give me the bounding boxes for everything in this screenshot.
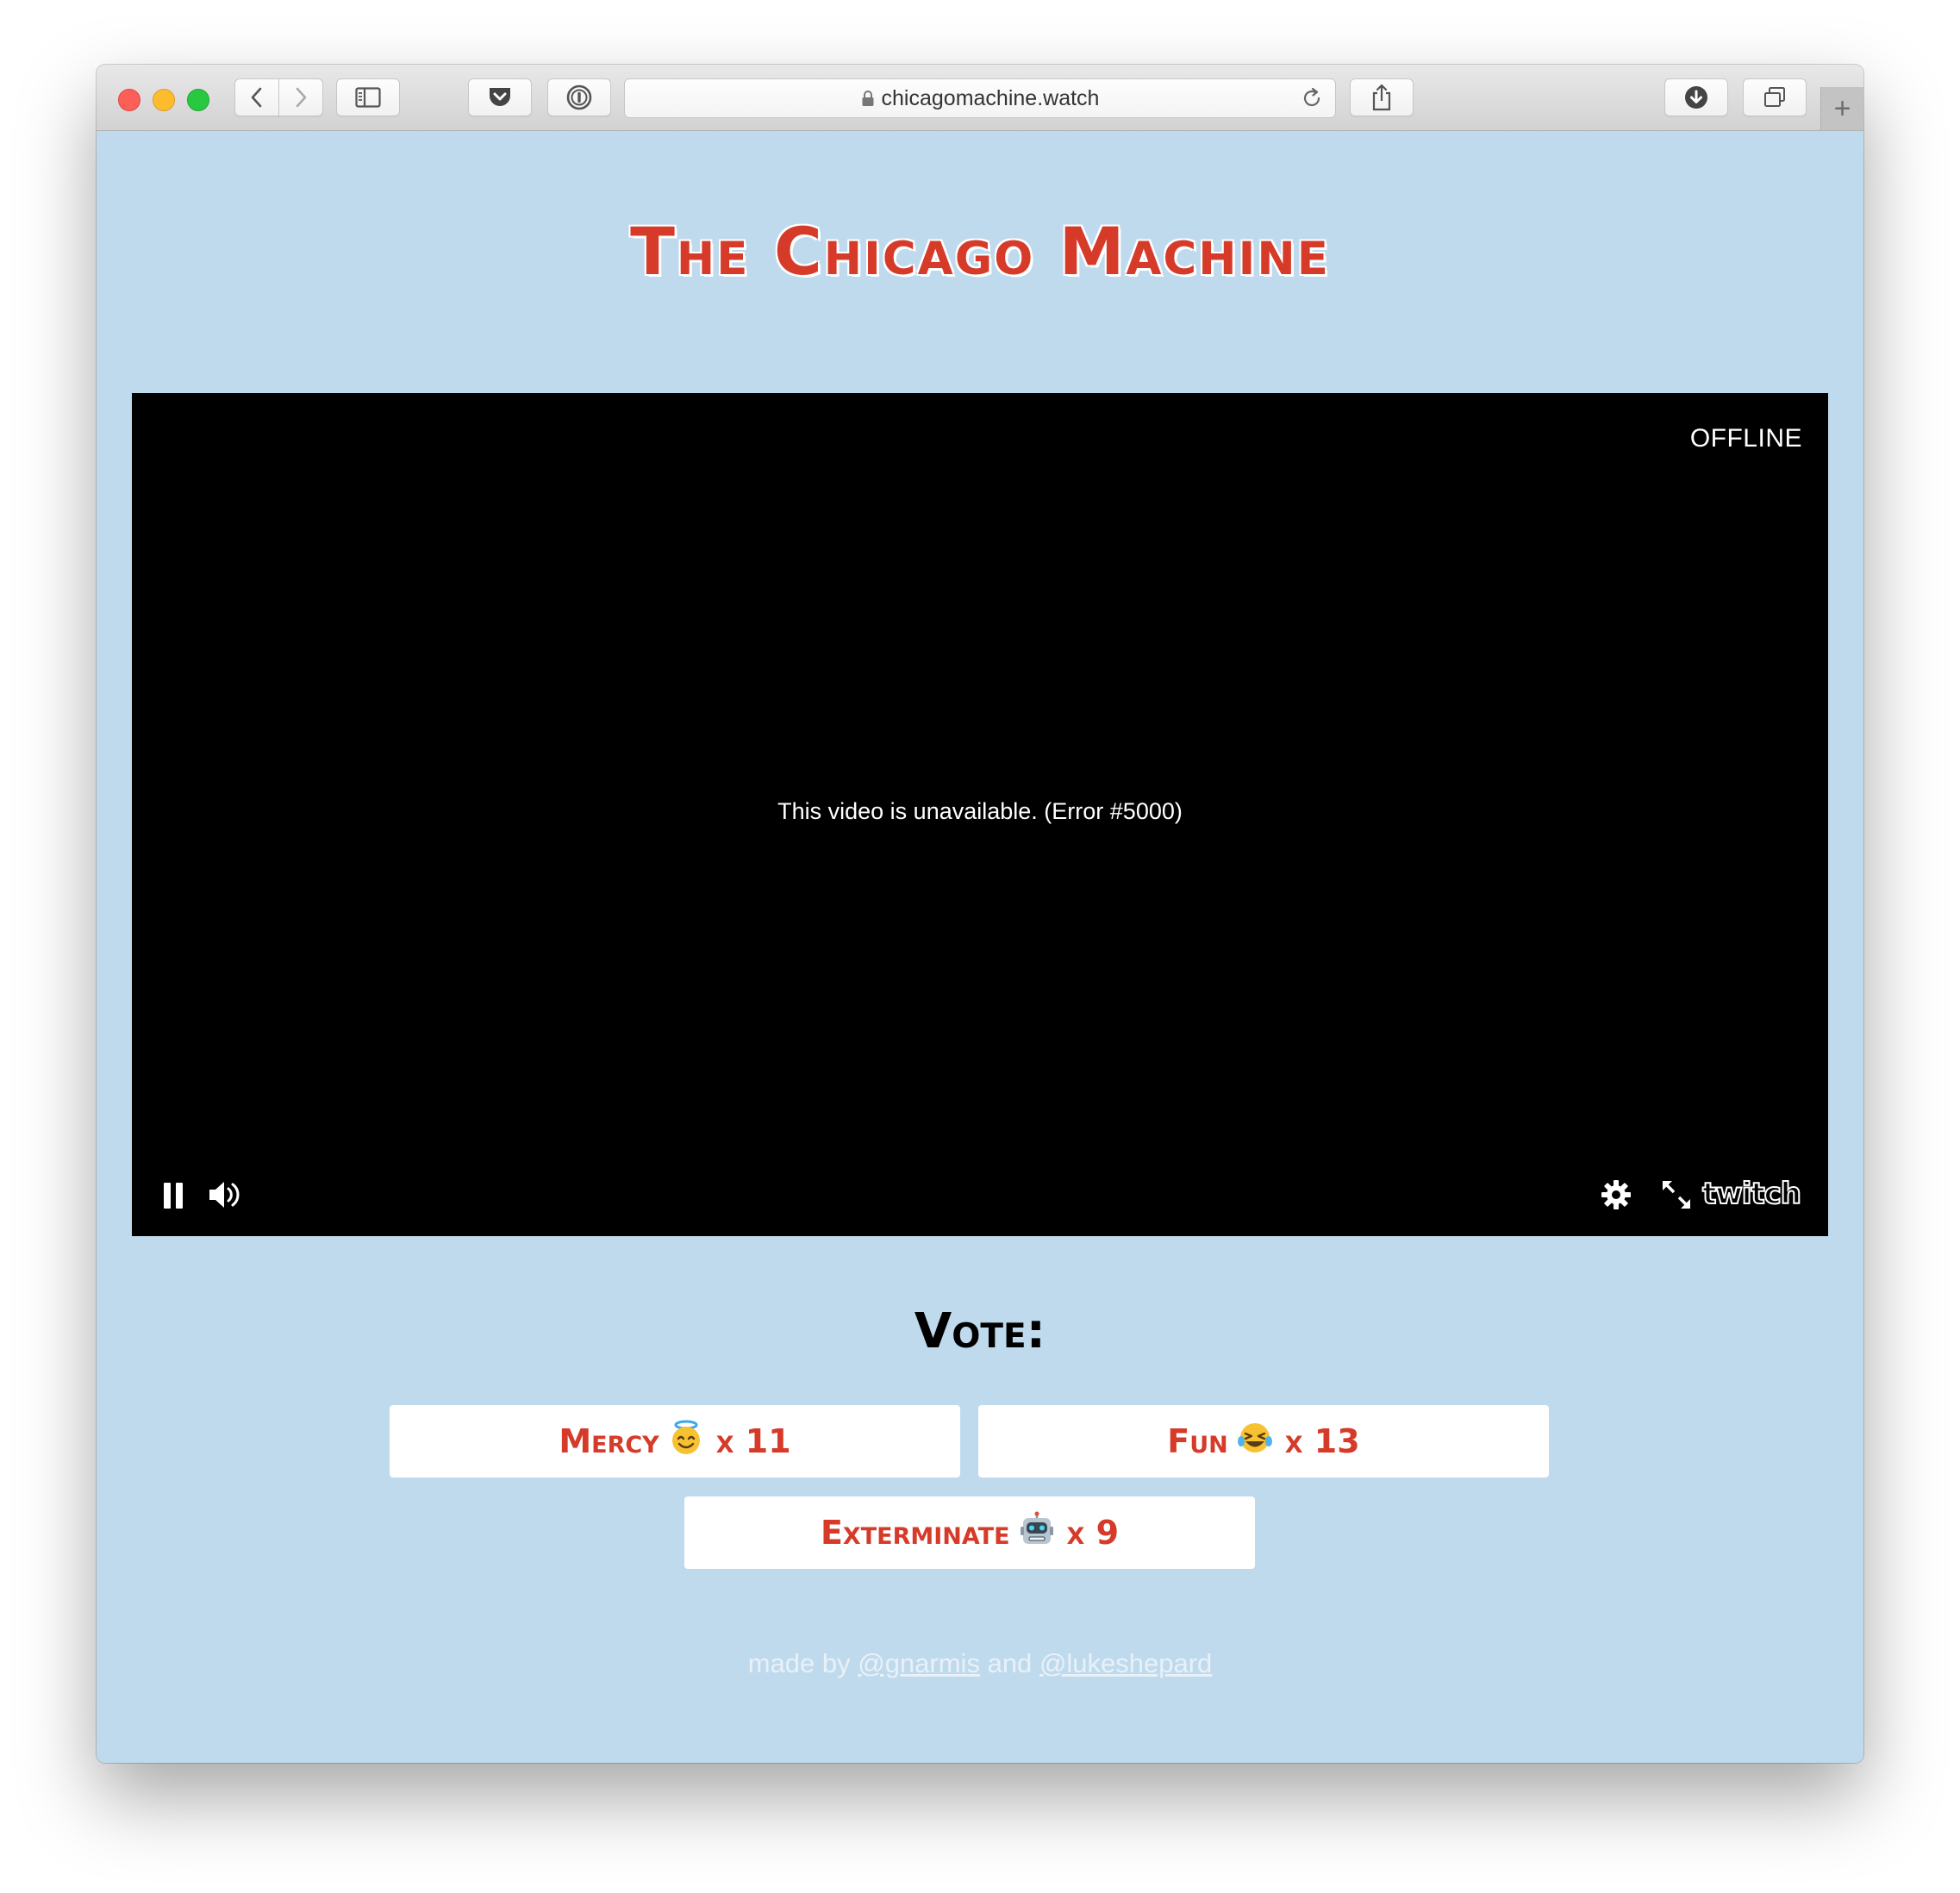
laughing-tears-icon	[1237, 1420, 1273, 1464]
fullscreen-button[interactable]	[1661, 1179, 1692, 1210]
fullscreen-icon	[1663, 1181, 1690, 1209]
settings-button[interactable]	[1601, 1179, 1632, 1210]
forward-button[interactable]	[278, 78, 323, 116]
video-error-message: This video is unavailable. (Error #5000)	[777, 798, 1183, 824]
chevron-left-icon	[251, 87, 262, 108]
sidebar-icon	[355, 87, 381, 108]
vote-count: x 13	[1284, 1422, 1360, 1460]
back-button[interactable]	[234, 78, 279, 116]
address-bar-content: chicagomachine.watch	[625, 79, 1335, 117]
pause-button[interactable]	[161, 1181, 185, 1210]
vote-option-label: Exterminate	[820, 1514, 1010, 1552]
page-title: The Chicago Machine	[630, 213, 1330, 290]
tabs-overview-icon	[1764, 87, 1785, 107]
browser-window: chicagomachine.watch + The Chicago Machi…	[97, 65, 1863, 1763]
plus-icon: +	[1833, 91, 1851, 125]
volume-icon	[209, 1182, 240, 1208]
robot-face-icon	[1019, 1511, 1055, 1555]
address-bar[interactable]: chicagomachine.watch	[624, 78, 1336, 118]
close-window-button[interactable]	[118, 89, 140, 111]
show-tabs-button[interactable]	[1743, 78, 1807, 116]
share-icon	[1372, 84, 1391, 111]
pause-icon	[164, 1183, 183, 1209]
twitch-logo[interactable]: twitch	[1701, 1178, 1802, 1209]
share-button[interactable]	[1350, 78, 1414, 116]
vote-option-label: Fun	[1167, 1422, 1228, 1460]
page-content: The Chicago Machine OFFLINE This video i…	[97, 131, 1863, 1763]
gnarmis-link[interactable]: @gnarmis	[858, 1648, 980, 1678]
chevron-right-icon	[296, 87, 307, 108]
pocket-button[interactable]	[468, 78, 532, 116]
vote-exterminate-button[interactable]: Exterminate x 9	[684, 1496, 1255, 1569]
vote-fun-button[interactable]: Fun x 13	[978, 1405, 1549, 1478]
stream-status: OFFLINE	[1689, 424, 1802, 453]
vote-mercy-button[interactable]: Mercy x 11	[390, 1405, 960, 1478]
pocket-icon	[490, 88, 510, 106]
footer-joiner: and	[987, 1648, 1033, 1678]
gear-icon	[1601, 1180, 1631, 1209]
password-manager-button[interactable]	[547, 78, 611, 116]
vote-count: x 9	[1066, 1514, 1120, 1552]
lukeshepard-link[interactable]: @lukeshepard	[1039, 1648, 1212, 1678]
volume-button[interactable]	[208, 1179, 242, 1210]
vote-option-label: Mercy	[559, 1422, 659, 1460]
footer-credits: made by @gnarmis and @lukeshepard	[97, 1648, 1863, 1679]
vote-count: x 11	[715, 1422, 791, 1460]
footer-prefix: made by	[747, 1648, 851, 1678]
sidebar-toggle-button[interactable]	[336, 78, 400, 116]
browser-toolbar: chicagomachine.watch +	[97, 65, 1863, 131]
minimize-window-button[interactable]	[153, 89, 175, 111]
one-password-icon	[566, 84, 592, 110]
url-text: chicagomachine.watch	[881, 85, 1100, 110]
vote-heading: Vote:	[914, 1303, 1046, 1359]
download-icon	[1685, 86, 1707, 109]
reload-icon[interactable]	[1301, 87, 1323, 109]
downloads-button[interactable]	[1664, 78, 1728, 116]
angel-smiley-icon	[668, 1420, 704, 1464]
lock-icon	[862, 91, 874, 106]
video-player[interactable]: OFFLINE This video is unavailable. (Erro…	[132, 393, 1828, 1236]
zoom-window-button[interactable]	[187, 89, 209, 111]
new-tab-button[interactable]: +	[1820, 87, 1863, 130]
